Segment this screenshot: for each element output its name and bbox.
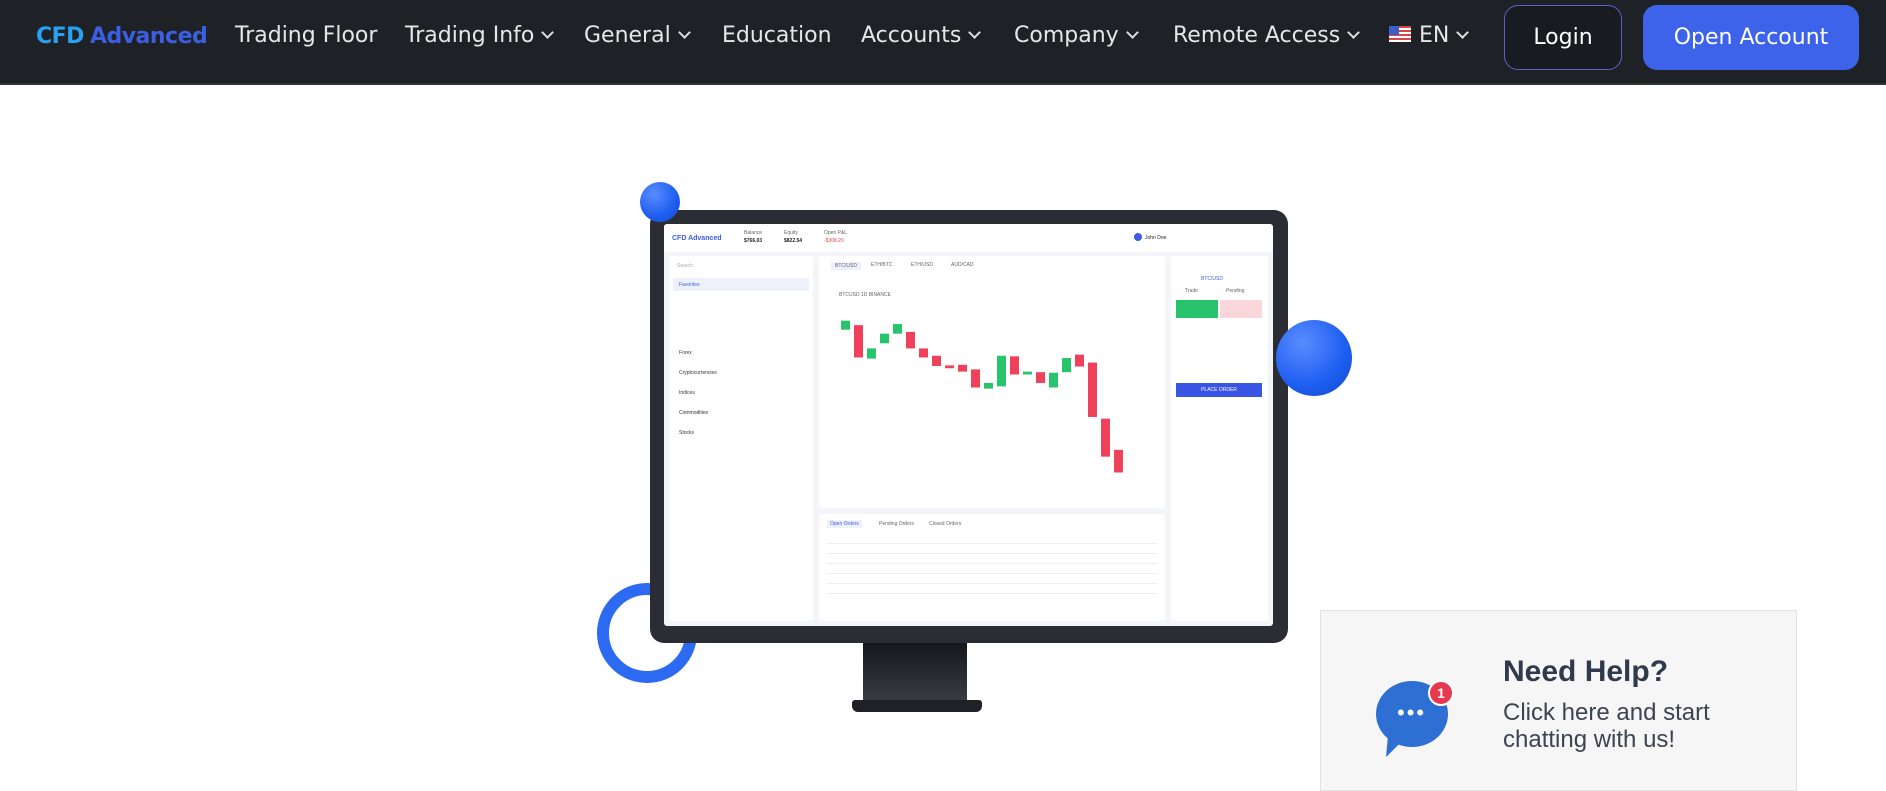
chat-help-widget[interactable]: ••• 1 Need Help? Click here and start ch…: [1320, 610, 1797, 791]
app-header: CFD Advanced Balance $766.03 Equity $822…: [664, 224, 1273, 252]
notification-badge: 1: [1428, 680, 1454, 706]
candle-down: [1114, 449, 1123, 473]
candle-up: [997, 355, 1006, 387]
candlestick-chart: [841, 320, 1123, 473]
us-flag-icon: [1389, 26, 1411, 42]
login-button[interactable]: Login: [1504, 5, 1622, 70]
decorative-ball: [1276, 320, 1352, 396]
top-navbar: CFD Advanced Trading Floor Trading Info G…: [0, 0, 1886, 85]
buy-button[interactable]: [1176, 300, 1218, 318]
candle-up: [867, 348, 876, 359]
nav-education[interactable]: Education: [722, 23, 832, 48]
help-title: Need Help?: [1503, 655, 1669, 688]
candle-down: [1036, 372, 1045, 383]
open-account-button[interactable]: Open Account: [1643, 5, 1859, 70]
candle-up: [880, 333, 889, 344]
sell-button[interactable]: [1220, 300, 1262, 318]
candle-up: [1049, 372, 1058, 388]
avatar: [1134, 233, 1142, 241]
chevron-down-icon: [541, 26, 555, 39]
candle-down: [854, 325, 863, 358]
chevron-down-icon: [1347, 26, 1361, 39]
chevron-down-icon: [968, 26, 982, 39]
order-ticket: BTC/USD Trade Pending PLACE ORDER: [1171, 256, 1268, 621]
instrument-sidebar: Search Favorites Forex Cryptocurrencies …: [669, 256, 813, 621]
logo[interactable]: CFD Advanced: [36, 24, 208, 49]
candle-down: [1101, 418, 1110, 457]
candle-down: [1075, 354, 1084, 367]
chevron-down-icon: [677, 26, 691, 39]
monitor-stand-base: [852, 700, 982, 712]
orders-panel: Open Orders Pending Orders Closed Orders: [819, 514, 1165, 621]
candle-up: [1062, 358, 1071, 373]
candle-up: [984, 382, 993, 389]
help-text: Click here and start chatting with us!: [1503, 699, 1710, 753]
place-order-button[interactable]: PLACE ORDER: [1176, 383, 1262, 397]
chevron-down-icon: [1456, 26, 1470, 39]
candle-down: [958, 364, 967, 372]
chevron-down-icon: [1125, 26, 1139, 39]
candle-down: [1088, 362, 1097, 417]
nav-trading-floor[interactable]: Trading Floor: [235, 23, 377, 48]
candle-down: [932, 355, 941, 366]
candle-up: [841, 320, 850, 330]
chart-panel: BTC/USD ETH/BTC ETH/USD AUD/CAD BTCUSD 1…: [819, 256, 1165, 508]
platform-screenshot: CFD Advanced Balance $766.03 Equity $822…: [664, 224, 1273, 626]
nav-general[interactable]: General: [584, 23, 691, 48]
candle-down: [1010, 356, 1019, 375]
candle-down: [919, 348, 928, 358]
language-selector[interactable]: EN: [1389, 23, 1470, 48]
decorative-ball: [640, 182, 680, 222]
candle-down: [945, 365, 954, 369]
orders-table: [827, 534, 1157, 594]
candle-down: [971, 369, 980, 388]
candle-down: [906, 331, 915, 349]
candle-up: [1023, 371, 1032, 375]
nav-remote-access[interactable]: Remote Access: [1173, 23, 1361, 48]
nav-trading-info[interactable]: Trading Info: [405, 23, 555, 48]
candle-up: [893, 324, 902, 334]
nav-company[interactable]: Company: [1014, 23, 1139, 48]
nav-accounts[interactable]: Accounts: [861, 23, 982, 48]
monitor-stand: [863, 643, 967, 703]
